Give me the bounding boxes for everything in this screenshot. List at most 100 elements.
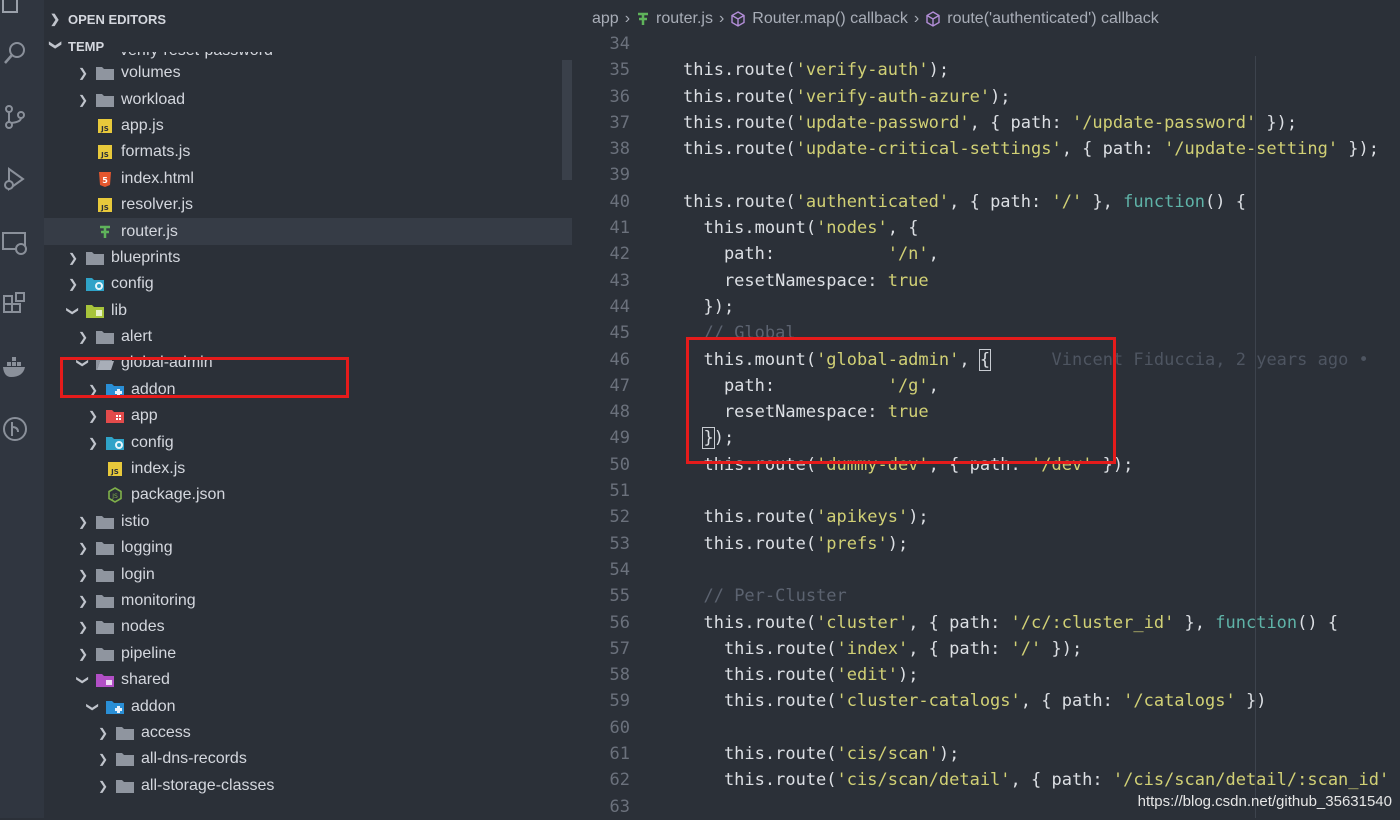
code-line[interactable]: 57 this.route('index', { path: '/' }); xyxy=(572,636,1400,662)
folder-icon xyxy=(96,567,114,583)
tree-item[interactable]: ❯ alert xyxy=(44,324,572,350)
activity-bar xyxy=(0,0,44,818)
code-line[interactable]: 42 path: '/n', xyxy=(572,241,1400,267)
tree-item[interactable]: JS index.js xyxy=(44,456,572,482)
router-file-icon xyxy=(636,11,650,27)
chevron-right-icon: ❯ xyxy=(77,620,89,635)
chevron-right-icon: ❯ xyxy=(97,752,109,767)
tree-item[interactable]: ❯ app xyxy=(44,403,572,429)
code-line[interactable]: 43 resetNamespace: true xyxy=(572,268,1400,294)
tree-item-label: app xyxy=(131,407,158,425)
code-text: this.route('authenticated', { path: '/' … xyxy=(683,191,1246,212)
tree-item[interactable]: ❯ shared xyxy=(44,667,572,693)
line-number: 35 xyxy=(609,60,630,81)
code-text: path: '/n', xyxy=(683,244,939,265)
tree-item[interactable]: ❯ logging xyxy=(44,535,572,561)
tree-item-label: shared xyxy=(121,671,170,689)
code-line[interactable]: 44 }); xyxy=(572,294,1400,320)
folder-icon xyxy=(96,619,114,635)
code-line[interactable]: 36 this.route('verify-auth-azure'); xyxy=(572,84,1400,110)
search-icon[interactable] xyxy=(0,38,30,68)
code-line[interactable]: 58 this.route('edit'); xyxy=(572,662,1400,688)
tree-item[interactable]: router.js xyxy=(44,218,572,245)
tree-item[interactable]: ❯ addon xyxy=(44,693,572,719)
tree-item[interactable]: JS formats.js xyxy=(44,139,572,165)
code-line[interactable]: 35 this.route('verify-auth'); xyxy=(572,57,1400,83)
tree-item[interactable]: ❯ config xyxy=(44,271,572,297)
code-line[interactable]: 52 this.route('apikeys'); xyxy=(572,504,1400,530)
remote-explorer-icon[interactable] xyxy=(0,228,30,258)
chevron-right-icon: ❯ xyxy=(77,92,89,107)
tree-item[interactable]: ❯ blueprints xyxy=(44,245,572,271)
code-line[interactable]: 61 this.route('cis/scan'); xyxy=(572,741,1400,767)
tree-item[interactable]: ❯ workload xyxy=(44,86,572,112)
code-line[interactable]: 56 this.route('cluster', { path: '/c/:cl… xyxy=(572,610,1400,636)
breadcrumb-item[interactable]: Router.map() callback xyxy=(730,10,908,28)
source-control-icon[interactable] xyxy=(0,102,30,132)
tree-item[interactable]: ❯ lib xyxy=(44,298,572,324)
tree-item[interactable]: 5 index.html xyxy=(44,166,572,192)
code-line[interactable]: 60 xyxy=(572,715,1400,741)
chevron-right-icon: › xyxy=(913,10,920,27)
svg-text:5: 5 xyxy=(102,176,108,185)
code-line[interactable]: 34 xyxy=(572,31,1400,57)
tree-item[interactable]: ❯ nodes xyxy=(44,614,572,640)
tree-item[interactable]: JS resolver.js xyxy=(44,192,572,218)
line-number: 39 xyxy=(609,165,630,186)
tree-item-label: config xyxy=(131,433,174,451)
code-line[interactable]: 39 xyxy=(572,162,1400,188)
code-line[interactable]: 55 // Per-Cluster xyxy=(572,583,1400,609)
tree-item[interactable]: ❯ pipeline xyxy=(44,641,572,667)
code-line[interactable]: 59 this.route('cluster-catalogs', { path… xyxy=(572,688,1400,714)
files-icon[interactable] xyxy=(0,0,30,14)
tree-item[interactable]: ❯ access xyxy=(44,720,572,746)
tree-item[interactable]: ❯ login xyxy=(44,561,572,587)
code-line[interactable]: 62 this.route('cis/scan/detail', { path:… xyxy=(572,767,1400,793)
tree-item[interactable]: ❯ all-dns-records xyxy=(44,746,572,772)
tree-item[interactable]: ❯ istio xyxy=(44,509,572,535)
breadcrumb-item[interactable]: app xyxy=(592,10,619,28)
chevron-right-icon: ❯ xyxy=(77,330,89,345)
folder-icon xyxy=(96,92,114,108)
code-text: this.route('index', { path: '/' }); xyxy=(683,638,1083,659)
tree-item-label: addon xyxy=(131,697,176,715)
code-line[interactable]: 51 xyxy=(572,478,1400,504)
indent-guide xyxy=(1255,56,1256,818)
chevron-down-icon: ❯ xyxy=(49,40,63,51)
js-file-icon: JS xyxy=(96,118,114,134)
code-line[interactable]: 41 this.mount('nodes', { xyxy=(572,215,1400,241)
git-graph-icon[interactable] xyxy=(0,414,30,444)
run-debug-icon[interactable] xyxy=(0,164,30,194)
tree-item-label: pipeline xyxy=(121,644,177,662)
extensions-icon[interactable] xyxy=(0,290,30,320)
chevron-right-icon: ❯ xyxy=(87,409,99,424)
code-line[interactable]: 38 this.route('update-critical-settings',… xyxy=(572,136,1400,162)
tree-item-label: resolver.js xyxy=(121,196,194,214)
code-text: }); xyxy=(683,296,735,317)
breadcrumb-item[interactable]: router.js xyxy=(636,10,713,28)
sidebar-scrollbar[interactable] xyxy=(562,60,572,180)
tree-item[interactable]: ❯ all-storage-classes xyxy=(44,773,572,799)
tree-item[interactable]: ❯ volumes xyxy=(44,60,572,86)
open-editors-header[interactable]: ❯ OPEN EDITORS xyxy=(44,6,572,32)
config-folder-icon xyxy=(86,276,104,292)
docker-icon[interactable] xyxy=(0,352,30,382)
code-text: this.route('verify-auth-azure'); xyxy=(683,86,1011,107)
tree-item[interactable]: JS app.js xyxy=(44,113,572,139)
tree-item[interactable]: ❯ monitoring xyxy=(44,588,572,614)
line-number: 50 xyxy=(609,454,630,475)
code-line[interactable]: 54 xyxy=(572,557,1400,583)
code-line[interactable]: 37 this.route('update-password', { path: … xyxy=(572,110,1400,136)
folder-icon xyxy=(96,593,114,609)
tree-item[interactable]: JS package.json xyxy=(44,482,572,508)
line-number: 40 xyxy=(609,191,630,212)
code-line[interactable]: 53 this.route('prefs'); xyxy=(572,531,1400,557)
folder-icon xyxy=(96,65,114,81)
code-text: this.route('cis/scan/detail', { path: '/… xyxy=(683,770,1390,791)
code-line[interactable]: 40 this.route('authenticated', { path: '/… xyxy=(572,189,1400,215)
line-number: 52 xyxy=(609,507,630,528)
tree-item[interactable]: ❯ config xyxy=(44,429,572,455)
js-file-icon: JS xyxy=(96,144,114,160)
tree-item-label: workload xyxy=(121,90,186,108)
breadcrumb-item[interactable]: route('authenticated') callback xyxy=(925,10,1159,28)
